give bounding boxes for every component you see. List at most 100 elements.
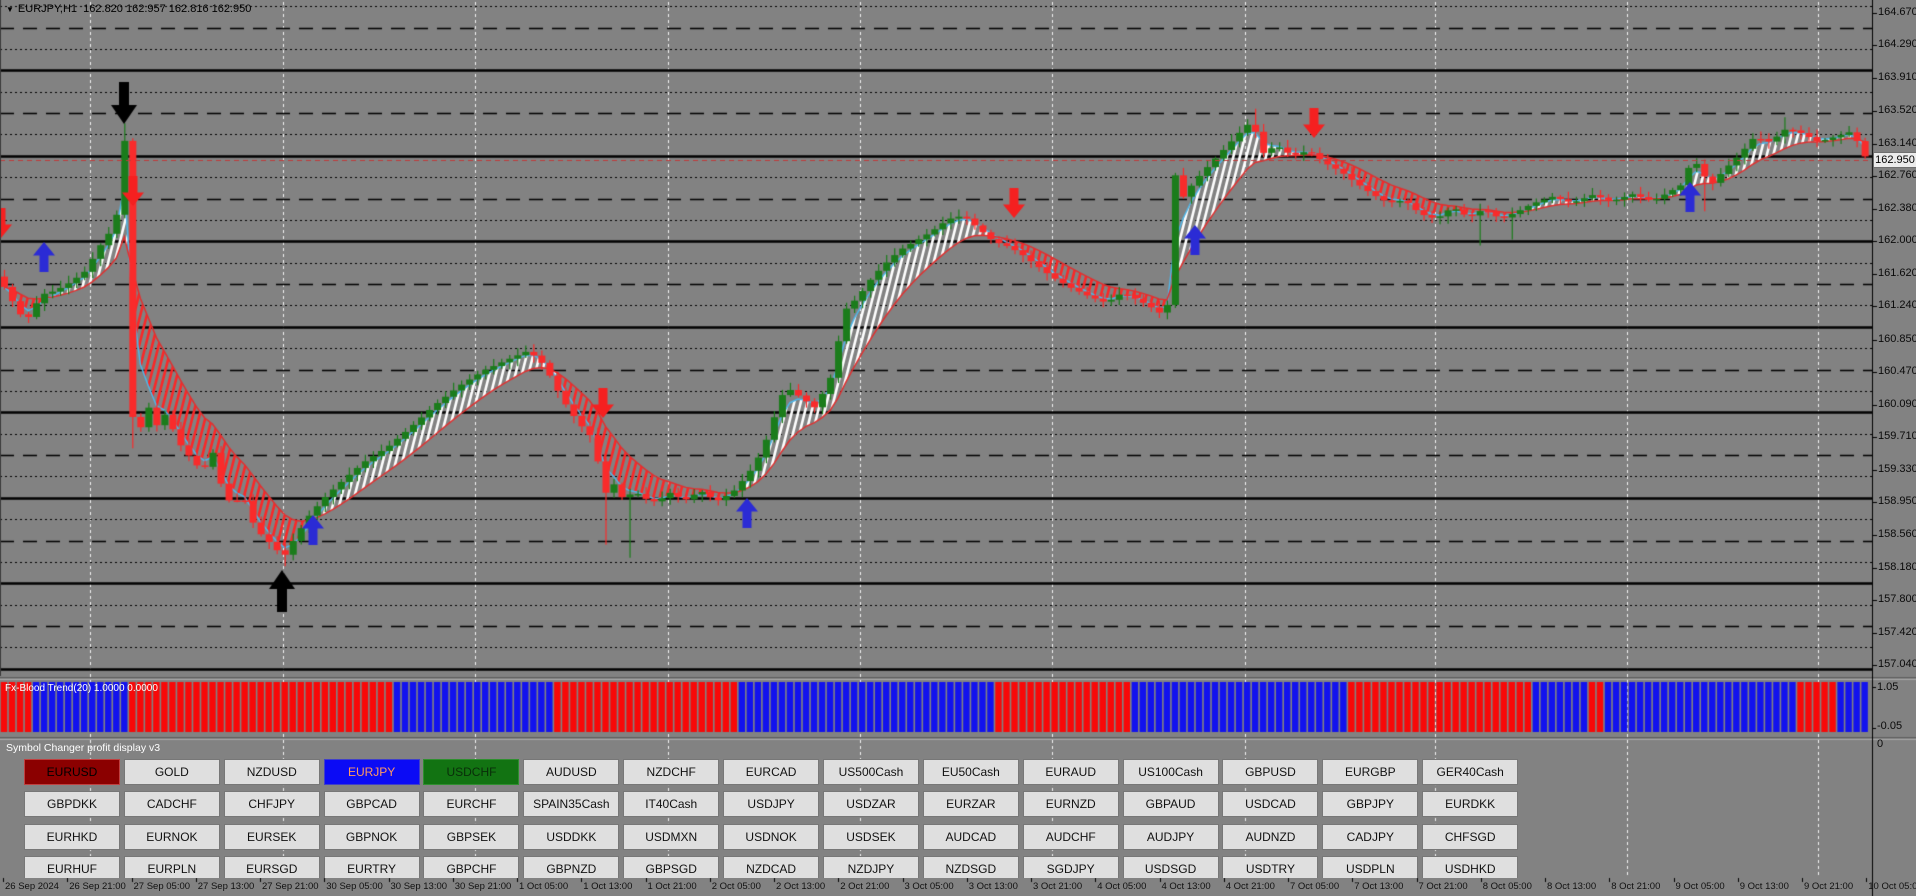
symbol-button-gold[interactable]: GOLD [124, 759, 220, 785]
symbol-button-audchf[interactable]: AUDCHF [1023, 824, 1119, 850]
symbol-button-usdchf[interactable]: USDCHF [423, 759, 519, 785]
time-axis-label: 8 Oct 21:00 [1611, 881, 1660, 892]
symbol-dropdown-icon[interactable]: ▼ [6, 5, 14, 14]
price-axis-label: 159.710 [1878, 430, 1916, 442]
price-axis-label: 161.620 [1878, 267, 1916, 279]
symbol-button-gbpchf[interactable]: GBPCHF [423, 856, 519, 878]
price-axis-label: 157.420 [1878, 626, 1916, 638]
symbol-button-usdcad[interactable]: USDCAD [1222, 791, 1318, 817]
mt4-chart-window: ▼EURJPY,H1 162.820 162.957 162.816 162.9… [0, 0, 1916, 896]
symbol-button-eurhuf[interactable]: EURHUF [24, 856, 120, 878]
symbol-button-audcad[interactable]: AUDCAD [923, 824, 1019, 850]
symbol-button-spain35cash[interactable]: SPAIN35Cash [523, 791, 619, 817]
symbol-button-nzdchf[interactable]: NZDCHF [623, 759, 719, 785]
symbol-button-eurchf[interactable]: EURCHF [423, 791, 519, 817]
price-axis-label: 164.670 [1878, 6, 1916, 18]
price-axis-label: 160.090 [1878, 398, 1916, 410]
symbol-button-us500cash[interactable]: US500Cash [823, 759, 919, 785]
price-axis-label: 157.040 [1878, 658, 1916, 670]
symbol-button-usdnok[interactable]: USDNOK [723, 824, 819, 850]
symbol-button-eurpln[interactable]: EURPLN [124, 856, 220, 878]
time-axis-label: 2 Oct 21:00 [840, 881, 889, 892]
symbol-button-ger40cash[interactable]: GER40Cash [1422, 759, 1518, 785]
symbol-button-nzdjpy[interactable]: NZDJPY [823, 856, 919, 878]
chart-title: ▼EURJPY,H1 162.820 162.957 162.816 162.9… [6, 3, 251, 15]
symbol-button-eurzar[interactable]: EURZAR [923, 791, 1019, 817]
symbol-button-cadchf[interactable]: CADCHF [124, 791, 220, 817]
symbol-button-gbpaud[interactable]: GBPAUD [1123, 791, 1219, 817]
time-axis-label: 1 Oct 13:00 [583, 881, 632, 892]
symbol-panel-title: Symbol Changer profit display v3 [6, 742, 160, 754]
price-axis-label: 162.380 [1878, 202, 1916, 214]
symbol-button-audusd[interactable]: AUDUSD [523, 759, 619, 785]
time-axis-label: 27 Sep 13:00 [198, 881, 255, 892]
time-axis-label: 4 Oct 05:00 [1097, 881, 1146, 892]
time-axis-label: 8 Oct 05:00 [1483, 881, 1532, 892]
symbol-button-chfjpy[interactable]: CHFJPY [224, 791, 320, 817]
time-axis-label: 7 Oct 21:00 [1419, 881, 1468, 892]
time-axis-label: 27 Sep 05:00 [134, 881, 191, 892]
indicator-scale-min: -0.05 [1877, 720, 1902, 732]
symbol-button-eurdkk[interactable]: EURDKK [1422, 791, 1518, 817]
time-axis-label: 30 Sep 21:00 [455, 881, 512, 892]
symbol-button-usdsgd[interactable]: USDSGD [1123, 856, 1219, 878]
symbol-button-sgdjpy[interactable]: SGDJPY [1023, 856, 1119, 878]
time-axis-label: 4 Oct 21:00 [1226, 881, 1275, 892]
symbol-button-gbpsgd[interactable]: GBPSGD [623, 856, 719, 878]
symbol-button-euraud[interactable]: EURAUD [1023, 759, 1119, 785]
symbol-button-eurtry[interactable]: EURTRY [324, 856, 420, 878]
symbol-button-eurusd[interactable]: EURUSD [24, 759, 120, 785]
symbol-button-usdtry[interactable]: USDTRY [1222, 856, 1318, 878]
time-axis-label: 7 Oct 05:00 [1290, 881, 1339, 892]
symbol-button-nzdcad[interactable]: NZDCAD [723, 856, 819, 878]
symbol-button-gbpusd[interactable]: GBPUSD [1222, 759, 1318, 785]
time-axis-label: 3 Oct 05:00 [905, 881, 954, 892]
price-axis-label: 158.180 [1878, 561, 1916, 573]
symbol-button-eurgbp[interactable]: EURGBP [1322, 759, 1418, 785]
symbol-button-usddkk[interactable]: USDDKK [523, 824, 619, 850]
symbol-button-chfsgd[interactable]: CHFSGD [1422, 824, 1518, 850]
symbol-button-us100cash[interactable]: US100Cash [1123, 759, 1219, 785]
time-axis-label: 10 Oct 05:00 [1868, 881, 1916, 892]
symbol-button-gbpsek[interactable]: GBPSEK [423, 824, 519, 850]
symbol-button-nzdusd[interactable]: NZDUSD [224, 759, 320, 785]
symbol-button-gbpcad[interactable]: GBPCAD [324, 791, 420, 817]
chart-title-symbol: EURJPY,H1 [18, 3, 77, 15]
symbol-button-eurhkd[interactable]: EURHKD [24, 824, 120, 850]
symbol-button-gbpjpy[interactable]: GBPJPY [1322, 791, 1418, 817]
symbol-button-usdsek[interactable]: USDSEK [823, 824, 919, 850]
symbol-button-cadjpy[interactable]: CADJPY [1322, 824, 1418, 850]
symbol-button-gbpnok[interactable]: GBPNOK [324, 824, 420, 850]
price-axis-label: 161.240 [1878, 299, 1916, 311]
symbol-button-audnzd[interactable]: AUDNZD [1222, 824, 1318, 850]
symbol-button-eurnzd[interactable]: EURNZD [1023, 791, 1119, 817]
symbol-button-usdmxn[interactable]: USDMXN [623, 824, 719, 850]
symbol-button-usdhkd[interactable]: USDHKD [1422, 856, 1518, 878]
time-axis-label: 2 Oct 13:00 [776, 881, 825, 892]
symbol-button-eursek[interactable]: EURSEK [224, 824, 320, 850]
time-axis-label: 9 Oct 05:00 [1676, 881, 1725, 892]
symbol-button-usdzar[interactable]: USDZAR [823, 791, 919, 817]
indicator-scale-zero: 0 [1877, 738, 1883, 750]
symbol-button-eursgd[interactable]: EURSGD [224, 856, 320, 878]
indicator-label: Fx-Blood Trend(20) 1.0000 0.0000 [5, 683, 158, 694]
time-axis-label: 26 Sep 2024 [5, 881, 59, 892]
symbol-button-audjpy[interactable]: AUDJPY [1123, 824, 1219, 850]
time-axis-label: 1 Oct 21:00 [648, 881, 697, 892]
symbol-button-gbpdkk[interactable]: GBPDKK [24, 791, 120, 817]
symbol-button-it40cash[interactable]: IT40Cash [623, 791, 719, 817]
symbol-button-eu50cash[interactable]: EU50Cash [923, 759, 1019, 785]
symbol-button-usdjpy[interactable]: USDJPY [723, 791, 819, 817]
time-axis-label: 9 Oct 21:00 [1804, 881, 1853, 892]
time-axis-label: 4 Oct 13:00 [1162, 881, 1211, 892]
price-axis-label: 159.330 [1878, 463, 1916, 475]
price-axis-label: 163.520 [1878, 104, 1916, 116]
symbol-button-nzdsgd[interactable]: NZDSGD [923, 856, 1019, 878]
symbol-button-eurjpy[interactable]: EURJPY [324, 759, 420, 785]
time-axis-label: 30 Sep 05:00 [326, 881, 383, 892]
symbol-button-eurcad[interactable]: EURCAD [723, 759, 819, 785]
symbol-button-usdpln[interactable]: USDPLN [1322, 856, 1418, 878]
symbol-button-gbpnzd[interactable]: GBPNZD [523, 856, 619, 878]
price-axis-label: 162.000 [1878, 234, 1916, 246]
symbol-button-eurnok[interactable]: EURNOK [124, 824, 220, 850]
